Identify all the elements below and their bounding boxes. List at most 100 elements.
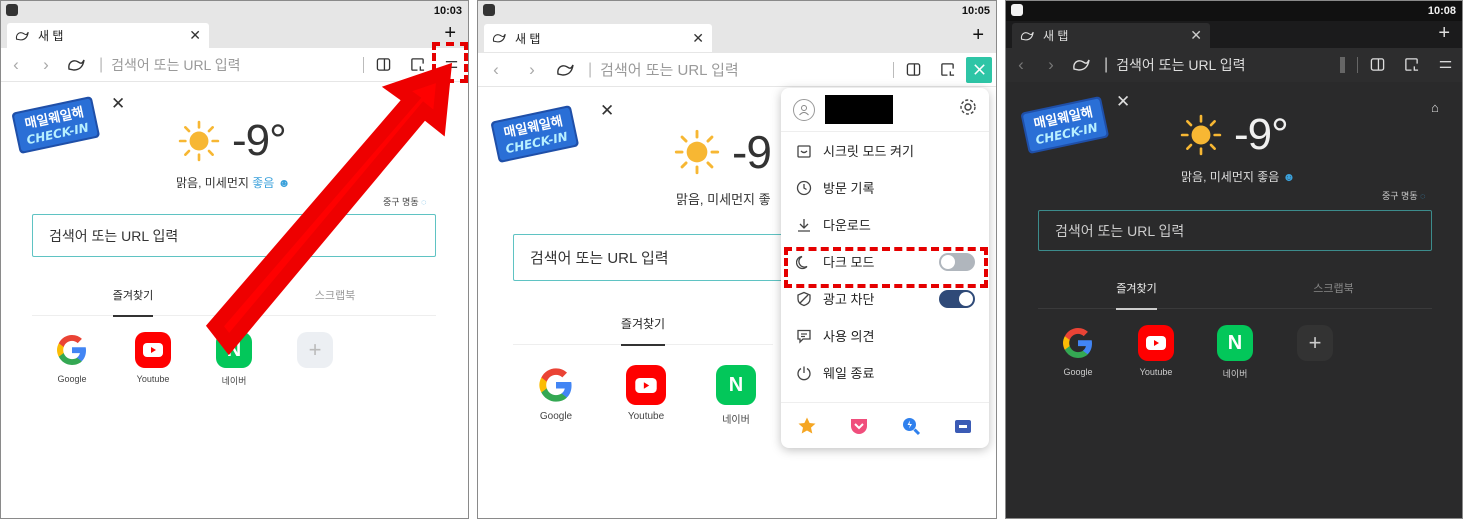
menu-item-feedback[interactable]: 사용 의견 <box>781 317 989 354</box>
shortcut-label: 네이버 <box>1222 369 1248 379</box>
daily-checkin-badge[interactable] <box>1020 94 1110 158</box>
screenshot-step-1: 10:03 새 탭 ✕ + ‹ › | 검색어 또는 URL 입력 ✕ ⌂ -9… <box>0 0 469 519</box>
status-dot-icon <box>1011 4 1023 16</box>
url-input[interactable]: 검색어 또는 URL 입력 <box>600 59 891 80</box>
divider: | <box>588 60 593 78</box>
tab-title: 새 탭 <box>1043 29 1069 43</box>
whale-logo-icon <box>1020 29 1034 43</box>
menu-item-label: 광고 차단 <box>823 292 875 307</box>
forward-arrow-icon[interactable]: › <box>1036 55 1066 75</box>
star-icon[interactable] <box>796 415 818 437</box>
search-magnifier-icon[interactable] <box>900 415 922 437</box>
menu-item-quit[interactable]: 웨일 종료 <box>781 354 989 391</box>
menu-item-label: 웨일 종료 <box>823 366 875 381</box>
menu-item-label: 방문 기록 <box>823 181 875 196</box>
daily-checkin-badge[interactable] <box>490 103 580 167</box>
location-label[interactable]: 중구 명동 ◌ <box>1382 189 1426 202</box>
address-toolbar: ‹ › | 검색어 또는 URL 입력 <box>478 53 996 87</box>
tab-switcher: 즐겨찾기 스크랩북 <box>1038 280 1432 310</box>
forward-arrow-icon[interactable]: › <box>514 60 550 80</box>
add-shortcut[interactable]: + <box>1285 325 1345 367</box>
browser-tab[interactable]: 새 탭 ✕ <box>484 24 712 52</box>
tab-favorites[interactable]: 즐겨찾기 <box>513 315 773 346</box>
sidebar-toggle-icon[interactable] <box>896 53 930 87</box>
status-dot-icon <box>483 4 495 16</box>
menu-item-label: 시크릿 모드 켜기 <box>823 144 914 159</box>
menu-item-label: 다운로드 <box>823 218 871 233</box>
menu-profile-header <box>781 88 989 132</box>
search-input[interactable]: 검색어 또는 URL 입력 <box>1038 210 1432 251</box>
shortcut-naver[interactable]: N 네이버 <box>1205 325 1265 380</box>
menu-item-secret-mode[interactable]: 시크릿 모드 켜기 <box>781 132 989 169</box>
menu-close-icon[interactable] <box>966 56 992 83</box>
tab-bar: 새 탭 ✕ + <box>478 21 996 53</box>
location-text: 중구 명동 <box>1382 191 1418 201</box>
status-bar: 10:05 <box>478 1 996 21</box>
shortcut-youtube[interactable]: Youtube <box>616 365 676 422</box>
new-tab-page-dark: ✕ ⌂ -9° 맑음, 미세먼지 좋음 ☻ 중구 명동 ◌ 검색어 또는 URL… <box>1006 82 1462 518</box>
profile-avatar-icon[interactable] <box>793 98 815 121</box>
secret-mode-icon <box>795 142 813 160</box>
youtube-icon <box>1138 325 1174 361</box>
shortcut-google[interactable]: Google <box>1048 325 1108 377</box>
tab-favorites-label: 즐겨찾기 <box>620 315 666 346</box>
url-input[interactable]: 검색어 또는 URL 입력 <box>1116 55 1340 75</box>
shortcut-google[interactable]: Google <box>526 365 586 422</box>
screenshot-step-3: 10:08 새 탭 ✕ + ‹ › | 검색어 또는 URL 입력 ✕ ⌂ -9… <box>1005 0 1463 519</box>
dark-mode-highlight-box <box>784 247 988 288</box>
menu-hamburger-icon[interactable] <box>1428 48 1462 82</box>
shortcut-label: Youtube <box>627 411 665 422</box>
capture-icon[interactable] <box>1394 48 1428 82</box>
pocket-icon[interactable] <box>848 415 870 437</box>
whale-home-icon[interactable] <box>556 63 574 77</box>
tab-close-icon[interactable]: ✕ <box>692 30 704 47</box>
clock: 10:05 <box>961 5 990 17</box>
capture-icon[interactable] <box>930 53 964 87</box>
new-tab-plus-icon[interactable]: + <box>972 24 984 47</box>
settings-gear-icon[interactable] <box>959 98 977 121</box>
divider <box>893 61 894 78</box>
shield-icon <box>795 290 813 308</box>
ad-block-toggle[interactable] <box>939 289 975 308</box>
naver-icon: N <box>716 365 756 405</box>
air-quality-label: 맑음, 미세먼지 좋음 <box>1181 170 1280 184</box>
tab-close-icon[interactable]: ✕ <box>1190 27 1202 44</box>
back-arrow-icon[interactable]: ‹ <box>1006 55 1036 75</box>
inbox-icon[interactable] <box>952 415 974 437</box>
back-arrow-icon[interactable]: ‹ <box>478 60 514 80</box>
new-tab-plus-icon[interactable]: + <box>1438 22 1450 45</box>
smile-icon: ☻ <box>1282 170 1296 184</box>
whale-home-icon[interactable] <box>1072 58 1090 72</box>
whale-logo-icon <box>492 31 506 45</box>
weather-widget[interactable]: -9° <box>1180 110 1289 160</box>
history-clock-icon <box>795 179 813 197</box>
tab-favorites[interactable]: 즐겨찾기 <box>1038 280 1235 310</box>
tab-scrapbook[interactable]: 스크랩북 <box>1235 280 1432 308</box>
checkin-close-icon[interactable]: ✕ <box>1116 92 1130 112</box>
sidebar-toggle-icon[interactable] <box>1360 48 1394 82</box>
shortcut-label: 네이버 <box>722 415 750 426</box>
menu-item-download[interactable]: 다운로드 <box>781 206 989 243</box>
checkin-close-icon[interactable]: ✕ <box>600 101 614 121</box>
shortcut-label: Google <box>1063 367 1093 377</box>
browser-tab[interactable]: 새 탭 ✕ <box>1012 23 1210 48</box>
feedback-icon <box>795 327 813 345</box>
clock: 10:08 <box>1427 5 1456 17</box>
search-input[interactable]: 검색어 또는 URL 입력 <box>513 234 813 281</box>
power-icon <box>795 364 813 382</box>
tab-scrapbook-label: 스크랩북 <box>1313 283 1354 295</box>
menu-item-history[interactable]: 방문 기록 <box>781 169 989 206</box>
download-icon <box>795 216 813 234</box>
shortcut-youtube[interactable]: Youtube <box>1126 325 1186 377</box>
temperature: -9 <box>732 126 772 178</box>
tab-favorites-label: 즐겨찾기 <box>1116 280 1157 310</box>
shortcut-label: Youtube <box>1139 367 1173 377</box>
skin-brush-icon[interactable]: ⌂ <box>1431 100 1439 115</box>
toggle-knob <box>959 291 973 306</box>
sun-icon <box>674 129 720 175</box>
shortcut-naver[interactable]: N 네이버 <box>706 365 766 426</box>
refresh-location-icon[interactable]: ◌ <box>1420 191 1425 201</box>
tab-title: 새 탭 <box>515 31 541 46</box>
weather-widget[interactable]: -9 <box>674 125 772 179</box>
shortcut-label: Google <box>539 411 573 422</box>
